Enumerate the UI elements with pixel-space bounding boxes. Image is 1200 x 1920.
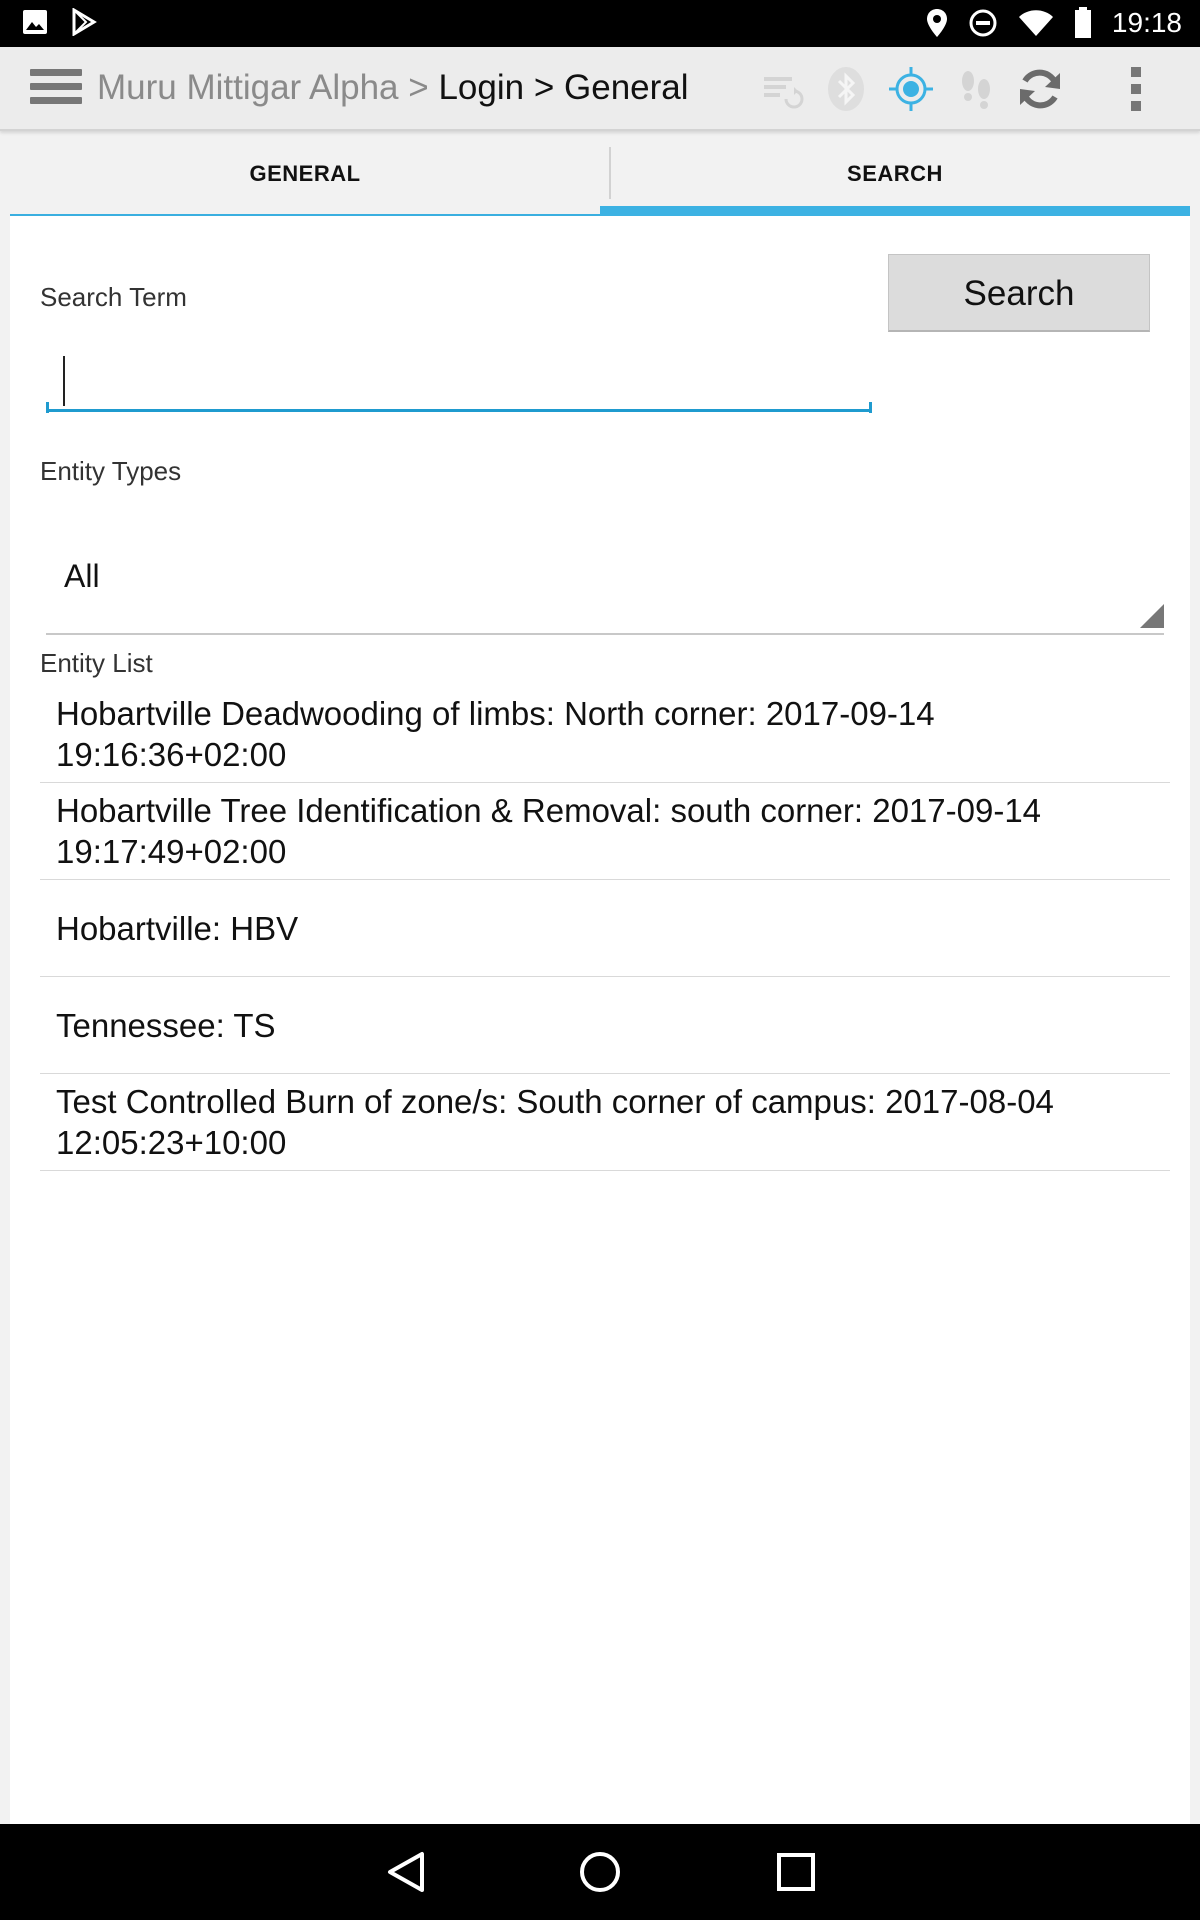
navigation-bar (0, 1824, 1200, 1920)
entity-list-item[interactable]: Test Controlled Burn of zone/s: South co… (40, 1074, 1170, 1171)
action-bar: Muru Mittigar Alpha > Login > General (0, 47, 1200, 131)
refresh-icon[interactable] (1016, 65, 1064, 113)
breadcrumb-item-general[interactable]: General (564, 68, 689, 107)
input-underline-edge (869, 402, 872, 413)
search-button[interactable]: Search (888, 254, 1150, 332)
breadcrumb-separator: > (533, 68, 555, 107)
sync-queue-icon[interactable] (758, 65, 806, 113)
status-time: 19:18 (1111, 7, 1182, 38)
tab-general[interactable]: GENERAL (10, 131, 600, 216)
gallery-icon (22, 9, 48, 35)
breadcrumb-item-login[interactable]: Login (438, 68, 524, 107)
overflow-menu-icon[interactable] (1112, 65, 1160, 113)
dropdown-triangle-icon (1140, 604, 1164, 633)
entity-list-item[interactable]: Hobartville Deadwooding of limbs: North … (40, 686, 1170, 783)
input-underline-edge (46, 402, 49, 413)
entity-types-label: Entity Types (40, 456, 182, 486)
back-icon[interactable] (384, 1850, 428, 1894)
breadcrumb-separator: > (408, 68, 429, 107)
location-icon (926, 8, 948, 38)
breadcrumb: Muru Mittigar Alpha > Login > General (97, 67, 689, 109)
footsteps-icon[interactable] (952, 65, 1000, 113)
entity-list-label: Entity List (40, 648, 153, 678)
battery-icon (1074, 7, 1092, 39)
entity-list-item[interactable]: Tennessee: TS (40, 977, 1170, 1074)
status-bar: 19:18 (0, 0, 1200, 47)
search-term-label: Search Term (40, 282, 187, 312)
entity-list-item[interactable]: Hobartville Tree Identification & Remova… (40, 783, 1170, 880)
entity-list: Hobartville Deadwooding of limbs: North … (40, 686, 1170, 1171)
gps-target-icon[interactable] (887, 65, 935, 113)
tab-bar: GENERAL SEARCH (10, 131, 1190, 216)
entity-types-selected-value: All (64, 558, 100, 594)
tab-search[interactable]: SEARCH (600, 131, 1190, 216)
home-icon[interactable] (578, 1850, 622, 1894)
search-term-input[interactable] (46, 344, 872, 412)
search-panel: Search Term Search Entity Types All Enti… (10, 216, 1190, 1824)
hamburger-menu-icon[interactable] (30, 69, 82, 109)
entity-list-item[interactable]: Hobartville: HBV (40, 880, 1170, 977)
recents-icon[interactable] (774, 1850, 818, 1894)
bluetooth-icon[interactable] (822, 65, 870, 113)
entity-types-dropdown[interactable]: All (46, 536, 1164, 635)
wifi-icon (1018, 9, 1054, 37)
text-cursor (63, 356, 65, 406)
do-not-disturb-icon (968, 8, 998, 38)
breadcrumb-app-name[interactable]: Muru Mittigar Alpha (97, 68, 399, 107)
play-store-icon (70, 8, 98, 36)
